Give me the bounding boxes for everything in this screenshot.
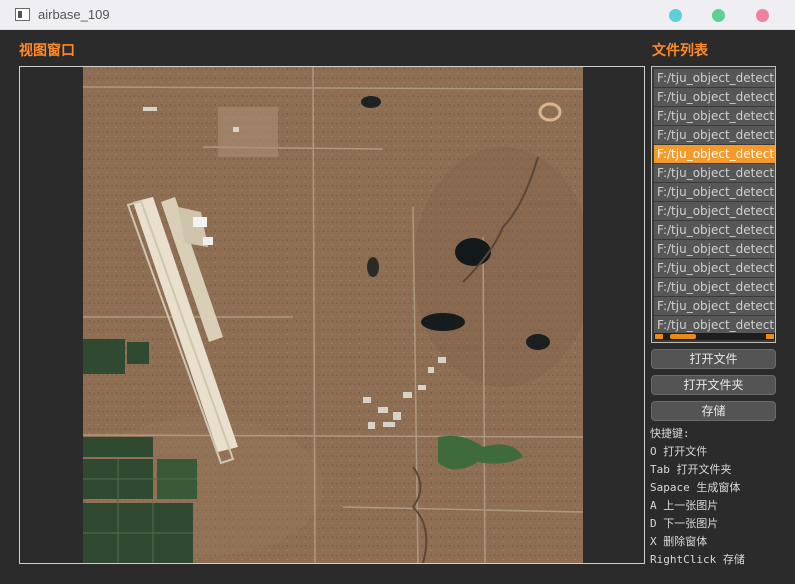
scrollbar-thumb[interactable]: [670, 334, 696, 339]
scroll-left-arrow-icon[interactable]: [655, 334, 663, 339]
file-list-items: F:/tju_object_detectionF:/tju_object_det…: [654, 69, 775, 335]
aerial-image[interactable]: [83, 67, 583, 563]
scroll-right-arrow-icon[interactable]: [766, 334, 774, 339]
maximize-button[interactable]: [712, 9, 725, 22]
file-list-item[interactable]: F:/tju_object_detection: [654, 297, 775, 316]
open-file-button[interactable]: 打开文件: [651, 349, 776, 369]
minimize-button[interactable]: [669, 9, 682, 22]
image-view-panel[interactable]: [19, 66, 645, 564]
save-button[interactable]: 存储: [651, 401, 776, 421]
view-window-title: 视图窗口: [19, 43, 75, 59]
file-list-item[interactable]: F:/tju_object_detection: [654, 221, 775, 240]
file-list-item[interactable]: F:/tju_object_detection: [654, 88, 775, 107]
shortcut-line: O 打开文件: [650, 445, 708, 458]
file-list-horizontal-scrollbar[interactable]: [654, 333, 775, 340]
file-list-item[interactable]: F:/tju_object_detection: [654, 126, 775, 145]
file-list-item[interactable]: F:/tju_object_detection: [654, 107, 775, 126]
file-list-item[interactable]: F:/tju_object_detection: [654, 278, 775, 297]
shortcut-line: Sapace 生成窗体: [650, 481, 741, 494]
shortcut-line: A 上一张图片: [650, 499, 719, 512]
open-folder-button[interactable]: 打开文件夹: [651, 375, 776, 395]
shortcuts-heading: 快捷键:: [650, 427, 690, 440]
shortcut-line: Tab 打开文件夹: [650, 463, 732, 476]
file-list-item[interactable]: F:/tju_object_detection: [654, 69, 775, 88]
file-list[interactable]: F:/tju_object_detectionF:/tju_object_det…: [651, 66, 776, 343]
file-list-item[interactable]: F:/tju_object_detection: [654, 240, 775, 259]
file-list-item[interactable]: F:/tju_object_detection: [654, 259, 775, 278]
file-list-item[interactable]: F:/tju_object_detection: [654, 183, 775, 202]
title-bar: airbase_109: [0, 0, 795, 30]
file-list-item[interactable]: F:/tju_object_detection: [654, 202, 775, 221]
window-title: airbase_109: [38, 7, 110, 22]
shortcut-line: RightClick 存储: [650, 553, 745, 566]
file-list-item[interactable]: F:/tju_object_detection: [654, 164, 775, 183]
close-button[interactable]: [756, 9, 769, 22]
shortcut-line: X 删除窗体: [650, 535, 708, 548]
shortcut-line: D 下一张图片: [650, 517, 719, 530]
file-list-item[interactable]: F:/tju_object_detection: [654, 145, 775, 164]
app-window-icon: [15, 8, 30, 21]
shortcuts-help: 快捷键: O 打开文件 Tab 打开文件夹 Sapace 生成窗体 A 上一张图…: [650, 425, 792, 569]
file-list-title: 文件列表: [652, 43, 708, 59]
